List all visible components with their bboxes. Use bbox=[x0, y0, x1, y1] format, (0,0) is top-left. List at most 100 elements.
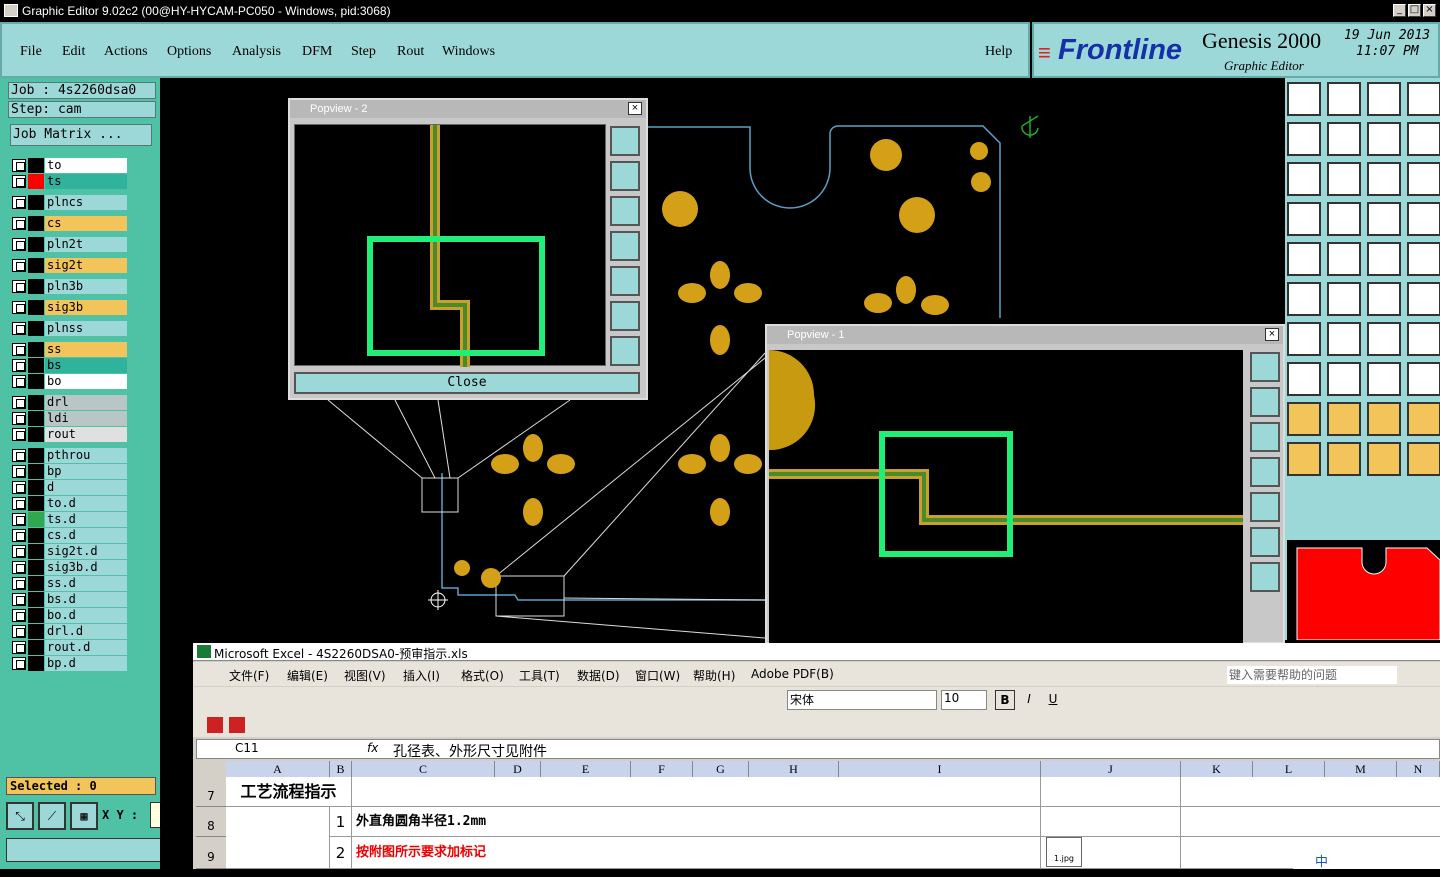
tool-button-4-0[interactable] bbox=[1287, 242, 1321, 276]
tool-button-8-3[interactable] bbox=[1407, 402, 1440, 436]
layer-checkbox[interactable] bbox=[12, 657, 26, 670]
tool-button-8-1[interactable] bbox=[1327, 402, 1361, 436]
layer-name[interactable]: bs bbox=[45, 358, 127, 373]
excel-menu-window[interactable]: 窗口(W) bbox=[635, 667, 680, 684]
layer-row-ts[interactable]: ts bbox=[12, 174, 128, 189]
layer-row-pln3b[interactable]: pln3b bbox=[12, 279, 128, 294]
layer-checkbox[interactable] bbox=[12, 159, 26, 172]
layer-name[interactable]: drl bbox=[45, 395, 127, 410]
layer-row-cs[interactable]: cs bbox=[12, 216, 128, 231]
column-header[interactable]: H bbox=[749, 761, 839, 777]
menu-dfm[interactable]: DFM bbox=[302, 44, 332, 60]
layer-checkbox[interactable] bbox=[12, 545, 26, 558]
layer-row-to[interactable]: to bbox=[12, 158, 128, 173]
layer-row-bo[interactable]: bo bbox=[12, 374, 128, 389]
layer-checkbox[interactable] bbox=[12, 593, 26, 606]
layer-checkbox[interactable] bbox=[12, 641, 26, 654]
layer-checkbox[interactable] bbox=[12, 280, 26, 293]
layer-name[interactable]: sig3b bbox=[45, 300, 127, 315]
name-box[interactable]: C11 bbox=[235, 741, 335, 758]
layer-checkbox[interactable] bbox=[12, 217, 26, 230]
layer-name[interactable]: ts.d bbox=[45, 512, 127, 527]
layer-checkbox[interactable] bbox=[12, 497, 26, 510]
popview-1-close-icon[interactable]: × bbox=[1265, 328, 1279, 341]
tool-button-3-3[interactable] bbox=[1407, 202, 1440, 236]
cell-a8[interactable] bbox=[226, 807, 330, 837]
layer-row-ldi[interactable]: ldi bbox=[12, 411, 128, 426]
column-header[interactable]: E bbox=[541, 761, 631, 777]
layer-row-bo.d[interactable]: bo.d bbox=[12, 608, 128, 623]
column-header[interactable]: C bbox=[352, 761, 495, 777]
cell-a7[interactable]: 工艺流程指示 bbox=[226, 777, 352, 807]
attachment-icon[interactable]: 1.jpg bbox=[1046, 837, 1082, 867]
layer-checkbox[interactable] bbox=[12, 343, 26, 356]
bold-button[interactable]: B bbox=[995, 690, 1015, 710]
tool-button-5-0[interactable] bbox=[1287, 282, 1321, 316]
layer-row-rout[interactable]: rout bbox=[12, 427, 128, 442]
popview-1-zoom-in-button[interactable] bbox=[1250, 352, 1280, 382]
excel-menu-data[interactable]: 数据(D) bbox=[577, 667, 620, 684]
tool-button-0-1[interactable] bbox=[1327, 82, 1361, 116]
tool-button-5-2[interactable] bbox=[1367, 282, 1401, 316]
popview-1-view[interactable] bbox=[769, 350, 1243, 644]
cell-c9[interactable]: 按附图所示要求加标记 bbox=[352, 837, 1041, 869]
tool-button-6-1[interactable] bbox=[1327, 322, 1361, 356]
column-header[interactable]: J bbox=[1041, 761, 1181, 777]
excel-menu-format[interactable]: 格式(O) bbox=[461, 667, 504, 684]
tool-button-7-0[interactable] bbox=[1287, 362, 1321, 396]
layer-checkbox[interactable] bbox=[12, 449, 26, 462]
layer-checkbox[interactable] bbox=[12, 259, 26, 272]
cell-b9[interactable]: 2 bbox=[330, 837, 352, 869]
row-header[interactable]: 9 bbox=[196, 837, 226, 869]
tool-button-7-2[interactable] bbox=[1367, 362, 1401, 396]
grid-tool-button[interactable]: ▦ bbox=[70, 802, 98, 830]
layer-row-plncs[interactable]: plncs bbox=[12, 195, 128, 210]
layer-checkbox[interactable] bbox=[12, 625, 26, 638]
excel-menu-tools[interactable]: 工具(T) bbox=[519, 667, 560, 684]
excel-menu-file[interactable]: 文件(F) bbox=[229, 667, 269, 684]
layer-name[interactable]: cs bbox=[45, 216, 127, 231]
column-header[interactable]: B bbox=[330, 761, 352, 777]
layer-name[interactable]: bp.d bbox=[45, 656, 127, 671]
tool-button-3-0[interactable] bbox=[1287, 202, 1321, 236]
layer-checkbox[interactable] bbox=[12, 322, 26, 335]
cell-b8[interactable]: 1 bbox=[330, 807, 352, 837]
layer-name[interactable]: rout.d bbox=[45, 640, 127, 655]
column-header[interactable]: K bbox=[1181, 761, 1253, 777]
popview-2-close-button[interactable]: Close bbox=[294, 372, 640, 394]
tool-button-1-3[interactable] bbox=[1407, 122, 1440, 156]
cell-a9[interactable] bbox=[226, 837, 330, 869]
layer-row-sig2t[interactable]: sig2t bbox=[12, 258, 128, 273]
measure-tool-button[interactable]: ⟋ bbox=[38, 802, 66, 830]
tool-button-5-3[interactable] bbox=[1407, 282, 1440, 316]
cell-k8[interactable] bbox=[1181, 807, 1440, 837]
mini-map[interactable] bbox=[1287, 540, 1440, 641]
tool-button-6-0[interactable] bbox=[1287, 322, 1321, 356]
layer-name[interactable]: plnss bbox=[45, 321, 127, 336]
menu-edit[interactable]: Edit bbox=[62, 44, 85, 60]
popview-2-view[interactable] bbox=[294, 124, 606, 367]
tool-button-3-2[interactable] bbox=[1367, 202, 1401, 236]
popview-1-fit-button[interactable] bbox=[1250, 527, 1280, 557]
tool-button-6-3[interactable] bbox=[1407, 322, 1440, 356]
layer-row-d[interactable]: d bbox=[12, 480, 128, 495]
layer-name[interactable]: ss bbox=[45, 342, 127, 357]
layer-row-bp.d[interactable]: bp.d bbox=[12, 656, 128, 671]
tool-button-4-2[interactable] bbox=[1367, 242, 1401, 276]
layer-name[interactable]: ldi bbox=[45, 411, 127, 426]
layer-checkbox[interactable] bbox=[12, 481, 26, 494]
layer-row-sig3b.d[interactable]: sig3b.d bbox=[12, 560, 128, 575]
layer-row-ts.d[interactable]: ts.d bbox=[12, 512, 128, 527]
layer-row-sig2t.d[interactable]: sig2t.d bbox=[12, 544, 128, 559]
column-header[interactable]: F bbox=[631, 761, 693, 777]
excel-menu-adobe-pdf[interactable]: Adobe PDF(B) bbox=[751, 667, 834, 681]
layer-name[interactable]: sig3b.d bbox=[45, 560, 127, 575]
column-header[interactable]: I bbox=[839, 761, 1041, 777]
menu-analysis[interactable]: Analysis bbox=[232, 44, 281, 60]
formula-input[interactable]: 孔径表、外形尺寸见附件 bbox=[393, 741, 547, 761]
tool-button-9-1[interactable] bbox=[1327, 442, 1361, 476]
popview-2-pan-right-button[interactable] bbox=[610, 266, 640, 296]
layer-name[interactable]: pthrou bbox=[45, 448, 127, 463]
layer-name[interactable]: pln2t bbox=[45, 237, 127, 252]
menu-step[interactable]: Step bbox=[351, 44, 376, 60]
